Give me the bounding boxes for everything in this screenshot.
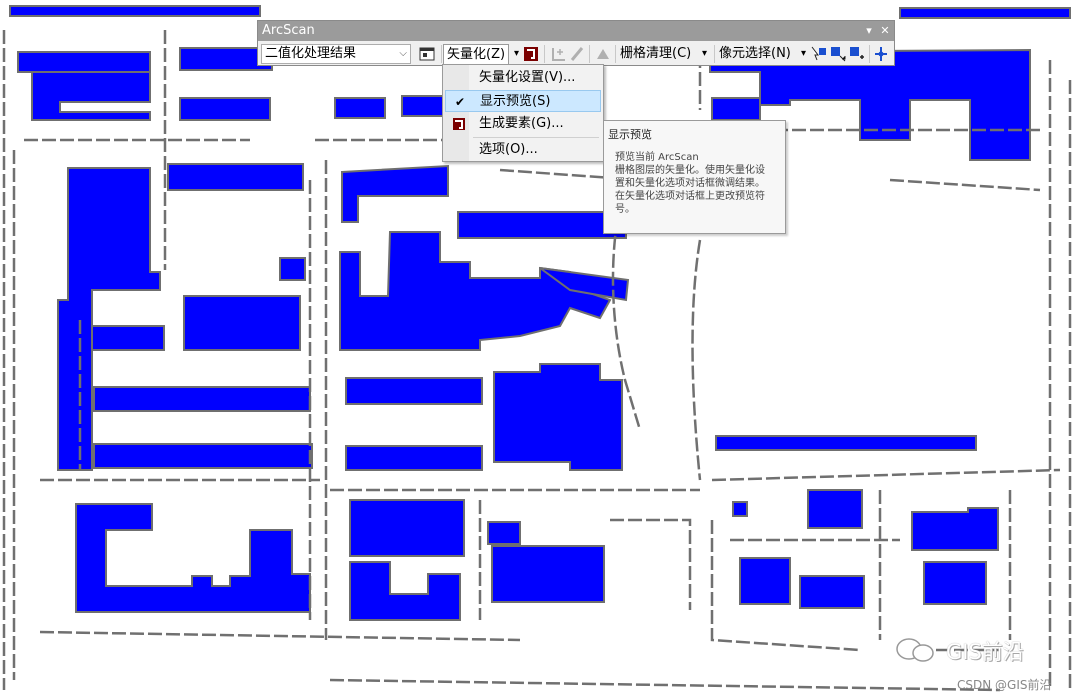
watermark-text: GIS前沿 <box>946 640 1024 664</box>
tooltip-title: 显示预览 <box>608 128 652 141</box>
toolbar-title-bar[interactable]: ArcScan ▾ ✕ <box>258 21 894 41</box>
arcscan-toolbar: ArcScan ▾ ✕ 二值化处理结果 ⌵ 矢量化(Z) ▾ 栅格清理(C) ▾… <box>257 20 895 66</box>
toolbar-separator <box>544 45 545 63</box>
raster-snapping-icon[interactable] <box>418 45 436 63</box>
raster-layer-combo-value: 二值化处理结果 <box>265 46 357 61</box>
menu-item-label: 矢量化设置(V)... <box>479 70 576 85</box>
toolbar-separator <box>869 45 870 63</box>
pin-icon[interactable]: ▾ <box>862 21 876 41</box>
menu-item-options[interactable]: 选项(O)... <box>445 139 601 161</box>
menu-item-label: 生成要素(G)... <box>479 116 564 131</box>
building-polygon <box>345 445 483 471</box>
building-polygon <box>31 71 151 121</box>
building-polygon <box>91 325 165 351</box>
building-polygon <box>75 503 311 613</box>
building-polygon <box>799 575 865 609</box>
building-polygon <box>739 557 791 605</box>
cell-selection-dropdown-arrow-icon[interactable]: ▾ <box>801 44 806 64</box>
building-polygon <box>167 163 304 191</box>
tooltip-line: 在矢量化选项对话框上更改预览符 <box>615 191 765 202</box>
building-polygon <box>487 521 521 545</box>
interactive-selection-icon[interactable] <box>829 45 847 63</box>
wechat-logo-icon <box>896 638 934 662</box>
select-connected-cells-icon[interactable] <box>810 45 828 63</box>
building-polygon <box>345 377 483 405</box>
menu-item-generate-features[interactable]: 生成要素(G)... <box>445 113 601 135</box>
menu-item-label: 显示预览(S) <box>480 94 551 109</box>
building-polygon <box>349 499 465 557</box>
building-polygon <box>17 51 151 73</box>
close-icon[interactable]: ✕ <box>878 21 892 41</box>
tooltip-line: 号。 <box>615 204 635 215</box>
vectorization-menu-button[interactable]: 矢量化(Z) <box>443 44 510 64</box>
toolbar-title: ArcScan <box>262 23 315 38</box>
building-polygon <box>9 5 261 17</box>
building-polygon <box>279 257 306 281</box>
tooltip-line: 置和矢量化选项对话框微调结果。 <box>615 178 765 189</box>
generate-features-icon[interactable] <box>522 45 540 63</box>
toolbar-row: 二值化处理结果 ⌵ 矢量化(Z) ▾ 栅格清理(C) ▾ 像元选择(N) ▾ <box>258 42 894 66</box>
toolbar-separator <box>589 45 590 63</box>
chevron-down-icon[interactable]: ⌵ <box>399 45 407 63</box>
building-polygon <box>711 97 761 121</box>
building-polygon <box>57 167 161 471</box>
toolbar-separator <box>714 45 715 63</box>
vectorization-trace-icon[interactable] <box>550 45 568 63</box>
vectorization-dropdown-arrow-icon[interactable]: ▾ <box>514 44 519 64</box>
menu-item-label: 选项(O)... <box>479 142 538 157</box>
generate-features-icon <box>453 118 465 130</box>
tooltip-line: 栅格图层的矢量化。使用矢量化设 <box>615 165 765 176</box>
building-polygon <box>349 561 461 621</box>
building-polygon <box>341 164 449 223</box>
menu-separator <box>473 137 599 138</box>
check-icon: ✔ <box>454 95 466 109</box>
building-polygon <box>899 7 1071 19</box>
building-polygon <box>334 97 386 119</box>
building-polygon <box>339 231 612 351</box>
building-polygon <box>179 97 271 121</box>
tooltip-body: 预览当前 ArcScan 栅格图层的矢量化。使用矢量化设 置和矢量化选项对话框微… <box>615 151 783 216</box>
menu-item-vectorization-settings[interactable]: 矢量化设置(V)... <box>445 67 601 89</box>
building-polygon <box>923 561 987 605</box>
cell-selection-menu-button[interactable]: 像元选择(N) <box>719 44 791 64</box>
building-polygon <box>457 211 627 239</box>
pencil-icon[interactable] <box>568 45 586 63</box>
raster-layer-combo[interactable]: 二值化处理结果 ⌵ <box>261 44 411 64</box>
toolbar-separator <box>441 45 442 63</box>
building-polygon <box>715 435 977 451</box>
shape-recognition-icon[interactable] <box>594 45 612 63</box>
watermark-source: CSDN @GIS前沿 <box>957 678 1052 692</box>
building-polygon <box>93 386 311 412</box>
building-polygon <box>491 545 605 603</box>
erase-selected-cells-icon[interactable] <box>848 45 866 63</box>
building-polygon <box>183 295 301 351</box>
raster-cleanup-menu-button[interactable]: 栅格清理(C) <box>620 44 691 64</box>
show-preview-tooltip: 显示预览 预览当前 ArcScan 栅格图层的矢量化。使用矢量化设 置和矢量化选… <box>603 120 786 234</box>
building-polygon <box>911 507 999 551</box>
building-polygon <box>732 501 748 517</box>
building-polygon <box>807 489 863 529</box>
raster-cleanup-dropdown-arrow-icon[interactable]: ▾ <box>702 44 707 64</box>
building-polygon <box>493 363 623 471</box>
building-polygon <box>93 443 313 469</box>
menu-item-show-preview[interactable]: ✔ 显示预览(S) <box>445 90 601 112</box>
tooltip-line: 预览当前 ArcScan <box>615 152 699 163</box>
vectorization-dropdown-menu: 矢量化设置(V)... ✔ 显示预览(S) 生成要素(G)... 选项(O)..… <box>442 64 604 162</box>
find-connected-cells-icon[interactable] <box>872 45 890 63</box>
toolbar-separator <box>615 45 616 63</box>
